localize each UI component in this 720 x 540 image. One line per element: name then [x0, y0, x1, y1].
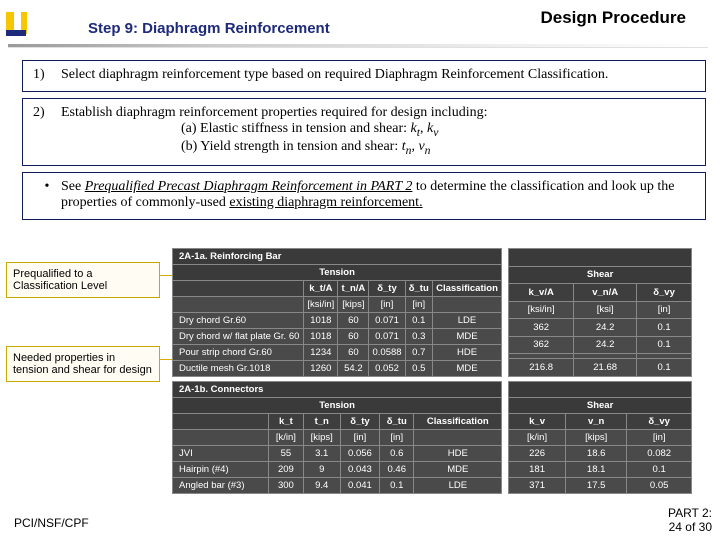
table-2a1a-shear: Sheark_v/Av_n/Aδ_vy[ksi/in][ksi][in]3622… — [508, 248, 692, 377]
step-title: Step 9: Diaphragm Reinforcement — [88, 20, 330, 37]
logo-mark — [6, 12, 26, 42]
footer-left: PCI/NSF/CPF — [14, 516, 89, 530]
bullet-icon: • — [33, 179, 61, 211]
tables: 2A-1a. Reinforcing BarTensionk_t/At_n/Aδ… — [172, 248, 692, 498]
steps-list: 1) Select diaphragm reinforcement type b… — [22, 60, 706, 226]
table-2a1a-tension: 2A-1a. Reinforcing BarTensionk_t/At_n/Aδ… — [172, 248, 502, 377]
step-bullet: • See Prequalified Precast Diaphragm Rei… — [22, 172, 706, 220]
table-2a1b-shear: Sheark_vv_nδ_vy[k/in][kips][in]22618.60.… — [508, 381, 692, 494]
step-body: Establish diaphragm reinforcement proper… — [61, 105, 695, 157]
footer-right: PART 2: 24 of 30 — [668, 506, 712, 534]
caption-classification: Prequalified to a Classification Level — [6, 262, 160, 306]
step-2b: (b) Yield strength in tension and shear:… — [181, 139, 695, 157]
step-body: Select diaphragm reinforcement type base… — [61, 67, 695, 83]
step-1: 1) Select diaphragm reinforcement type b… — [22, 60, 706, 92]
step-2: 2) Establish diaphragm reinforcement pro… — [22, 98, 706, 166]
step-num: 2) — [33, 105, 61, 157]
corner-title: Design Procedure — [541, 8, 687, 28]
header: Step 9: Diaphragm Reinforcement Design P… — [0, 0, 720, 54]
caption-properties: Needed properties in tension and shear f… — [6, 346, 160, 390]
bullet-body: See Prequalified Precast Diaphragm Reinf… — [61, 179, 695, 211]
step-num: 1) — [33, 67, 61, 83]
step-2a: (a) Elastic stiffness in tension and she… — [181, 121, 695, 139]
table-2a1b-tension: 2A-1b. ConnectorsTensionk_tt_nδ_tyδ_tuCl… — [172, 381, 502, 494]
